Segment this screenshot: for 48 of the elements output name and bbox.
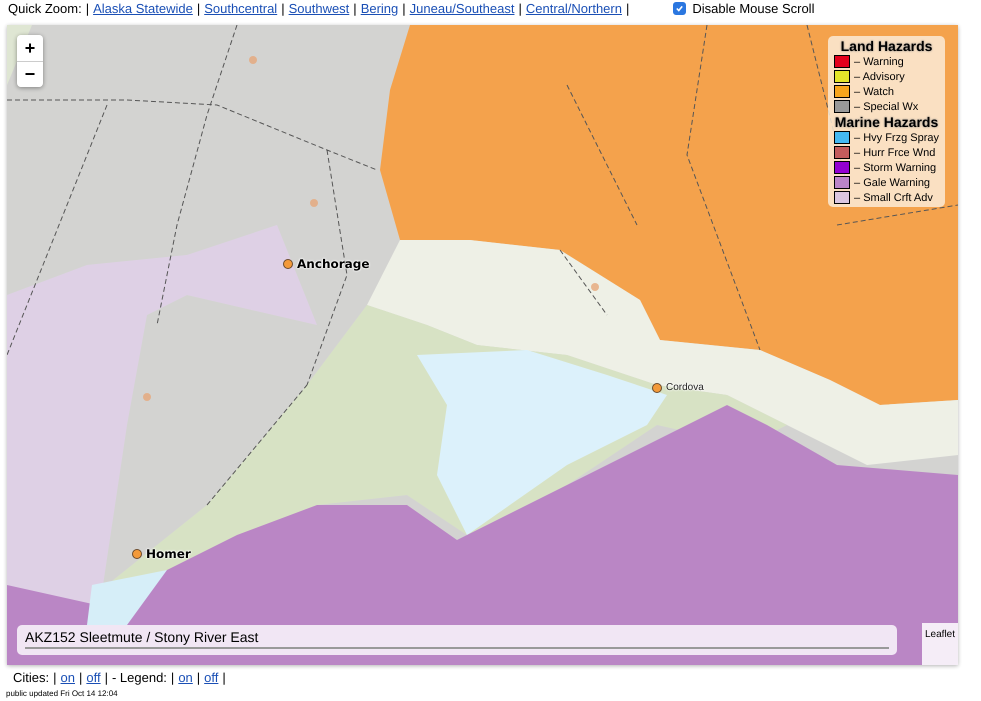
separator: | [626,1,630,16]
attribution-text: Leaflet [925,629,956,640]
zoom-out-button[interactable]: − [17,61,43,87]
legend-label: – Warning [854,56,904,68]
separator: | [196,1,200,16]
zone-name: AKZ152 Sleetmute / Stony River East [25,629,889,649]
checkbox-label: Disable Mouse Scroll [692,1,814,16]
legend-title: Marine Hazards [834,114,939,130]
separator: | [104,670,108,685]
quick-zoom-link[interactable]: Juneau/Southeast [410,1,514,16]
toggle-label: - Legend: [112,670,167,685]
quick-zoom-link[interactable]: Southwest [288,1,350,16]
legend-label: – Small Crft Adv [854,192,933,204]
legend-label: – Storm Warning [854,162,936,174]
separator: | [170,670,174,685]
quick-zoom-link[interactable]: Central/Northern [526,1,622,16]
city-label: Homer [146,547,191,561]
legend-label: – Gale Warning [854,176,930,188]
toggle-link[interactable]: off [86,670,101,685]
separator: | [353,1,357,16]
separator: | [86,1,90,16]
quick-zoom-link[interactable]: Alaska Statewide [93,1,193,16]
updated-text: public updated Fri Oct 14 12:04 [6,689,119,698]
toggle-link[interactable]: off [204,670,218,685]
separator: | [53,670,57,685]
separator: | [402,1,406,16]
legend-label: – Special Wx [854,100,918,112]
city-label: Anchorage [297,257,370,271]
legend-title: Land Hazards [840,38,934,54]
separator: | [222,670,226,685]
separator: | [281,1,285,16]
legend-label: – Watch [854,86,894,98]
checkmark-icon [675,4,684,13]
legend-label: – Hvy Frzg Spray [854,132,939,144]
zoom-in-button[interactable]: + [17,35,43,61]
quick-zoom-link[interactable]: Bering [360,1,398,16]
toggle-link[interactable]: on [60,670,75,685]
quick-zoom-link[interactable]: Southcentral [204,1,278,16]
separator: | [196,670,200,685]
quick-zoom-label: Quick Zoom: [8,1,82,16]
checkbox[interactable] [673,2,686,15]
legend-label: – Advisory [854,70,905,82]
city-label: Cordova [666,382,704,393]
separator: | [518,1,522,16]
separator: | [78,670,82,685]
toggle-link[interactable]: on [178,670,193,685]
legend-label: – Hurr Frce Wnd [854,146,936,158]
toggle-label: Cities: [13,670,50,685]
